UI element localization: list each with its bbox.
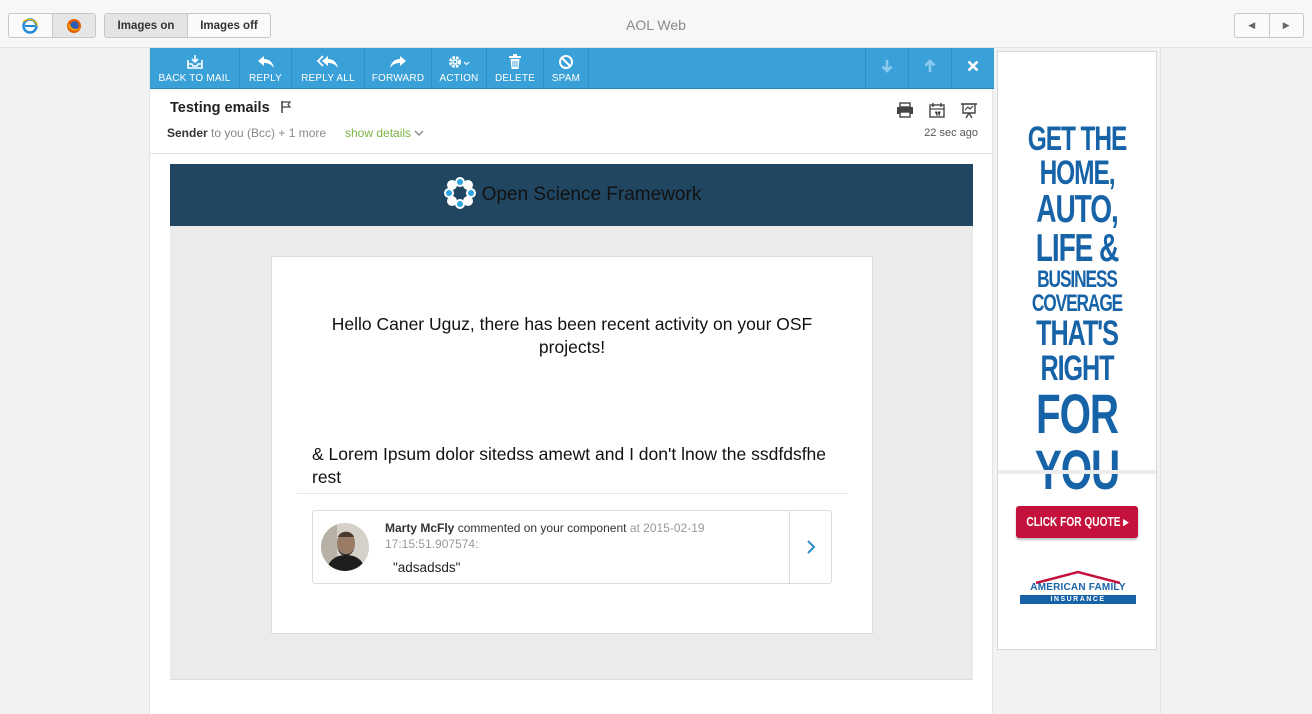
comment-author: Marty McFly: [385, 521, 455, 535]
chevron-right-icon[interactable]: [789, 511, 831, 583]
osf-logo-icon: [442, 175, 478, 216]
close-icon: [967, 59, 979, 77]
notification-card: Hello Caner Uguz, there has been recent …: [271, 256, 873, 634]
top-bar: Images on Images off AOL Web ◀ ▶: [0, 0, 1312, 48]
arrow-up-icon: [924, 58, 936, 78]
nav-arrows: ◀ ▶: [1234, 13, 1304, 38]
forward-button[interactable]: FORWARD: [365, 48, 432, 88]
mail-toolbar: BACK TO MAIL REPLY REPLY ALL FORWARD ACT…: [150, 48, 994, 89]
sender-name[interactable]: Sender: [167, 126, 208, 140]
reply-all-button[interactable]: REPLY ALL: [292, 48, 365, 88]
inbox-icon: [186, 51, 204, 73]
close-button[interactable]: [951, 48, 994, 88]
comment-verb: commented on your component: [457, 521, 627, 535]
reply-all-label: REPLY ALL: [301, 73, 355, 84]
ad-headline: GET THE HOME, AUTO, LIFE & BUSINESS COVE…: [1020, 122, 1134, 498]
delete-label: DELETE: [494, 73, 536, 84]
show-details-label: show details: [345, 126, 412, 140]
calendar-icon[interactable]: [928, 102, 946, 124]
block-icon: [558, 51, 574, 73]
trash-icon: [508, 51, 522, 73]
ad-logo-subtext: INSURANCE: [1020, 595, 1136, 604]
spam-button[interactable]: SPAM: [544, 48, 589, 88]
reply-all-icon: [317, 51, 339, 73]
american-family-logo: AMERICAN FAMILY INSURANCE: [1016, 570, 1140, 610]
comment-item[interactable]: Marty McFly commented on your component …: [312, 510, 832, 584]
action-label: ACTION: [439, 73, 479, 84]
osf-banner: Open Science Framework: [170, 164, 973, 226]
arrow-down-icon: [881, 59, 893, 78]
ad-cta-label: CLICK FOR QUOTE ▸: [1026, 514, 1128, 529]
osf-brand-name: Open Science Framework: [481, 184, 702, 205]
message-meta: Sender to you (Bcc) + 1 more: [167, 126, 326, 140]
ad-line-2: AUTO, LIFE &: [1035, 188, 1120, 270]
message-time: 22 sec ago: [924, 127, 978, 139]
gear-icon: [447, 51, 471, 73]
avatar: [321, 523, 369, 571]
chevron-down-icon: [414, 126, 424, 140]
reply-button[interactable]: REPLY: [240, 48, 292, 88]
greeting-text: Hello Caner Uguz, there has been recent …: [331, 314, 813, 357]
card-divider: [297, 493, 848, 494]
click-for-quote-button[interactable]: CLICK FOR QUOTE ▸: [1016, 506, 1138, 538]
mail-pane: BACK TO MAIL REPLY REPLY ALL FORWARD ACT…: [149, 48, 994, 714]
ad-divider: [998, 470, 1156, 474]
right-margin: [1160, 48, 1312, 714]
print-icon[interactable]: [896, 102, 914, 124]
comment-body: "adsadsds": [393, 560, 461, 575]
forward-label: FORWARD: [371, 73, 425, 84]
action-button[interactable]: ACTION: [432, 48, 487, 88]
previous-arrow-icon[interactable]: ◀: [1235, 14, 1269, 37]
spam-label: SPAM: [551, 73, 581, 84]
recipients-text: to you (Bcc) + 1 more: [211, 126, 327, 140]
comment-header: Marty McFly commented on your component …: [385, 520, 755, 552]
ad-logo-text: AMERICAN FAMILY: [1030, 582, 1126, 593]
next-message-button[interactable]: [865, 48, 908, 88]
presentation-icon[interactable]: [960, 102, 978, 124]
reply-label: REPLY: [248, 73, 283, 84]
next-arrow-icon[interactable]: ▶: [1268, 14, 1304, 37]
ad-line-1: GET THE HOME,: [1027, 120, 1128, 192]
delete-button[interactable]: DELETE: [487, 48, 544, 88]
reply-icon: [257, 51, 275, 73]
forward-icon: [389, 51, 407, 73]
previous-message-button[interactable]: [908, 48, 951, 88]
ad-line-3: BUSINESS COVERAGE: [1031, 266, 1123, 317]
ad-line-5: FOR YOU: [1034, 382, 1120, 501]
flag-icon[interactable]: [280, 100, 292, 119]
advertisement[interactable]: GET THE HOME, AUTO, LIFE & BUSINESS COVE…: [997, 51, 1157, 650]
header-divider: [150, 153, 994, 154]
ad-line-4: THAT'S RIGHT: [1036, 314, 1119, 388]
window-title: AOL Web: [626, 17, 686, 33]
message-actions: [896, 102, 978, 124]
back-to-mail-button[interactable]: BACK TO MAIL: [150, 48, 240, 88]
back-to-mail-label: BACK TO MAIL: [158, 73, 231, 84]
lorem-text: & Lorem Ipsum dolor sitedss amewt and I …: [312, 444, 827, 487]
message-subject: Testing emails: [170, 100, 270, 116]
show-details-link[interactable]: show details: [345, 126, 424, 140]
